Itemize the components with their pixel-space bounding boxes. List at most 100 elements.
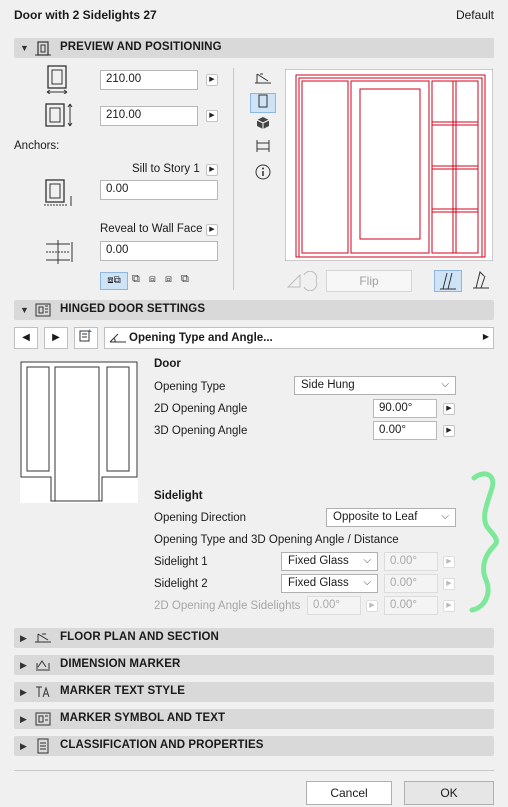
section-marker-text-style[interactable]: ▶ MARKER TEXT STYLE: [14, 682, 494, 702]
height-icon: [45, 103, 73, 127]
sidelight2-angle-field[interactable]: 0.00°: [384, 574, 438, 593]
reveal-label: Reveal to Wall Face: [100, 223, 203, 235]
section-classification[interactable]: ▶ CLASSIFICATION AND PROPERTIES: [14, 736, 494, 756]
section-title: CLASSIFICATION AND PROPERTIES: [60, 739, 264, 751]
page-selector[interactable]: Opening Type and Angle... ▶: [104, 327, 494, 349]
opening-type-select[interactable]: Side Hung ⌵: [294, 376, 456, 395]
door-preview: [285, 69, 493, 261]
height-arrow-button[interactable]: ▶: [206, 110, 218, 122]
section-dimension-marker[interactable]: ▶ DIMENSION MARKER: [14, 655, 494, 675]
anchors-label: Anchors:: [14, 140, 60, 152]
opening-side-left-icon[interactable]: [434, 270, 462, 292]
marker-symbol-icon: [35, 712, 51, 726]
width-arrow-button[interactable]: ▶: [206, 74, 218, 86]
expand-arrow-icon[interactable]: ▶: [20, 633, 27, 644]
chevron-down-icon: ⌵: [363, 555, 371, 566]
page-list-icon[interactable]: [74, 327, 98, 349]
angle-sidelights-field-1[interactable]: 0.00°: [307, 596, 361, 615]
hinged-door-icon: [35, 303, 51, 317]
mirror-icon[interactable]: [286, 271, 318, 291]
hinged-door-preview: [20, 361, 138, 503]
chevron-down-icon: ⌵: [441, 379, 449, 390]
expand-arrow-icon[interactable]: ▶: [20, 687, 27, 698]
prev-page-button[interactable]: ◀: [14, 327, 38, 349]
section-title: HINGED DOOR SETTINGS: [60, 303, 206, 315]
sill-label: Sill to Story 1: [132, 163, 200, 175]
sill-anchor-icon: [44, 179, 72, 206]
next-page-button[interactable]: ▶: [44, 327, 68, 349]
marker-text-style-icon: [36, 686, 50, 698]
section-title: MARKER SYMBOL AND TEXT: [60, 712, 226, 724]
cancel-button[interactable]: Cancel: [306, 781, 392, 805]
info-icon[interactable]: [250, 164, 276, 184]
floor-plan-icon: [35, 633, 51, 643]
reveal-field[interactable]: 0.00: [100, 241, 218, 261]
sidelight1-type-value: Fixed Glass: [288, 555, 349, 567]
section-title: PREVIEW AND POSITIONING: [60, 41, 222, 53]
direction-select[interactable]: Opposite to Leaf ⌵: [326, 508, 456, 527]
chevron-down-icon: ⌵: [363, 577, 371, 588]
anchor-mode-active-icon[interactable]: ⧈⧉: [100, 272, 128, 290]
annotation-brace-icon: [469, 471, 499, 613]
section-hinged-door[interactable]: ▼ HINGED DOOR SETTINGS: [14, 300, 494, 320]
window-title: Door with 2 Sidelights 27: [14, 8, 157, 22]
sidelight2-type-value: Fixed Glass: [288, 577, 349, 589]
expand-arrow-icon[interactable]: ▶: [20, 714, 27, 725]
expand-arrow-icon[interactable]: ▶: [20, 741, 27, 752]
angle3d-arrow-button[interactable]: ▶: [443, 425, 455, 437]
opening-side-right-icon[interactable]: [468, 270, 494, 292]
angle2d-label: 2D Opening Angle: [154, 403, 248, 415]
opening-type-value: Side Hung: [301, 379, 355, 391]
section-floor-plan[interactable]: ▶ FLOOR PLAN AND SECTION: [14, 628, 494, 648]
sill-field[interactable]: 0.00: [100, 180, 218, 200]
width-icon: [46, 65, 68, 94]
plan-view-icon[interactable]: [250, 71, 276, 91]
direction-label: Opening Direction: [154, 512, 247, 524]
section-title: FLOOR PLAN AND SECTION: [60, 631, 219, 643]
angle3d-label: 3D Opening Angle: [154, 425, 248, 437]
sill-arrow-button[interactable]: ▶: [206, 164, 218, 176]
angle-sidelights-field-2[interactable]: 0.00°: [384, 596, 438, 615]
page-selector-arrow-icon: ▶: [482, 332, 489, 341]
reveal-arrow-button[interactable]: ▶: [206, 224, 218, 236]
collapse-arrow-icon[interactable]: ▼: [20, 305, 29, 315]
sidelight2-type-select[interactable]: Fixed Glass ⌵: [281, 574, 378, 593]
page-selector-label: Opening Type and Angle...: [129, 332, 273, 344]
angle-sidelights-arrow-2[interactable]: ▶: [443, 600, 455, 612]
preset-name: Default: [455, 8, 494, 22]
section-title: MARKER TEXT STYLE: [60, 685, 186, 697]
collapse-arrow-icon[interactable]: ▼: [20, 43, 29, 53]
sidelight1-type-select[interactable]: Fixed Glass ⌵: [281, 552, 378, 571]
width-field[interactable]: 210.00: [100, 70, 198, 90]
expand-arrow-icon[interactable]: ▶: [20, 660, 27, 671]
door-heading: Door: [154, 358, 181, 370]
section-marker-symbol[interactable]: ▶ MARKER SYMBOL AND TEXT: [14, 709, 494, 729]
positioning-icon: [35, 41, 51, 56]
sidelight1-angle-field[interactable]: 0.00°: [384, 552, 438, 571]
opening-type-label: Opening Type: [154, 381, 226, 393]
section-title: DIMENSION MARKER: [60, 658, 181, 670]
flip-button[interactable]: Flip: [326, 270, 412, 292]
section-view-icon[interactable]: [250, 139, 276, 159]
angle-sidelights-label: 2D Opening Angle Sidelights: [154, 600, 301, 612]
ok-button[interactable]: OK: [404, 781, 494, 805]
sidelight1-label: Sidelight 1: [154, 556, 208, 568]
angle2d-field[interactable]: 90.00°: [373, 399, 437, 418]
sidelight1-arrow-button[interactable]: ▶: [443, 556, 455, 568]
angle-sidelights-arrow-1[interactable]: ▶: [366, 600, 378, 612]
dimension-marker-icon: [36, 660, 50, 671]
3d-view-icon[interactable]: [250, 116, 276, 136]
anchor-mode-icons[interactable]: ⧉ ⧈ ⧈ ⧉: [132, 273, 192, 286]
opening-angle-icon: [109, 333, 126, 343]
section-preview-positioning[interactable]: ▼ PREVIEW AND POSITIONING: [14, 38, 494, 58]
angle3d-field[interactable]: 0.00°: [373, 421, 437, 440]
direction-value: Opposite to Leaf: [333, 511, 418, 523]
chevron-down-icon: ⌵: [441, 511, 449, 522]
elevation-view-icon[interactable]: [250, 93, 276, 113]
angle2d-arrow-button[interactable]: ▶: [443, 403, 455, 415]
classification-icon: [37, 738, 49, 754]
sidelight-subheading: Opening Type and 3D Opening Angle / Dist…: [154, 534, 399, 546]
sidelight2-label: Sidelight 2: [154, 578, 208, 590]
height-field[interactable]: 210.00: [100, 106, 198, 126]
sidelight2-arrow-button[interactable]: ▶: [443, 578, 455, 590]
